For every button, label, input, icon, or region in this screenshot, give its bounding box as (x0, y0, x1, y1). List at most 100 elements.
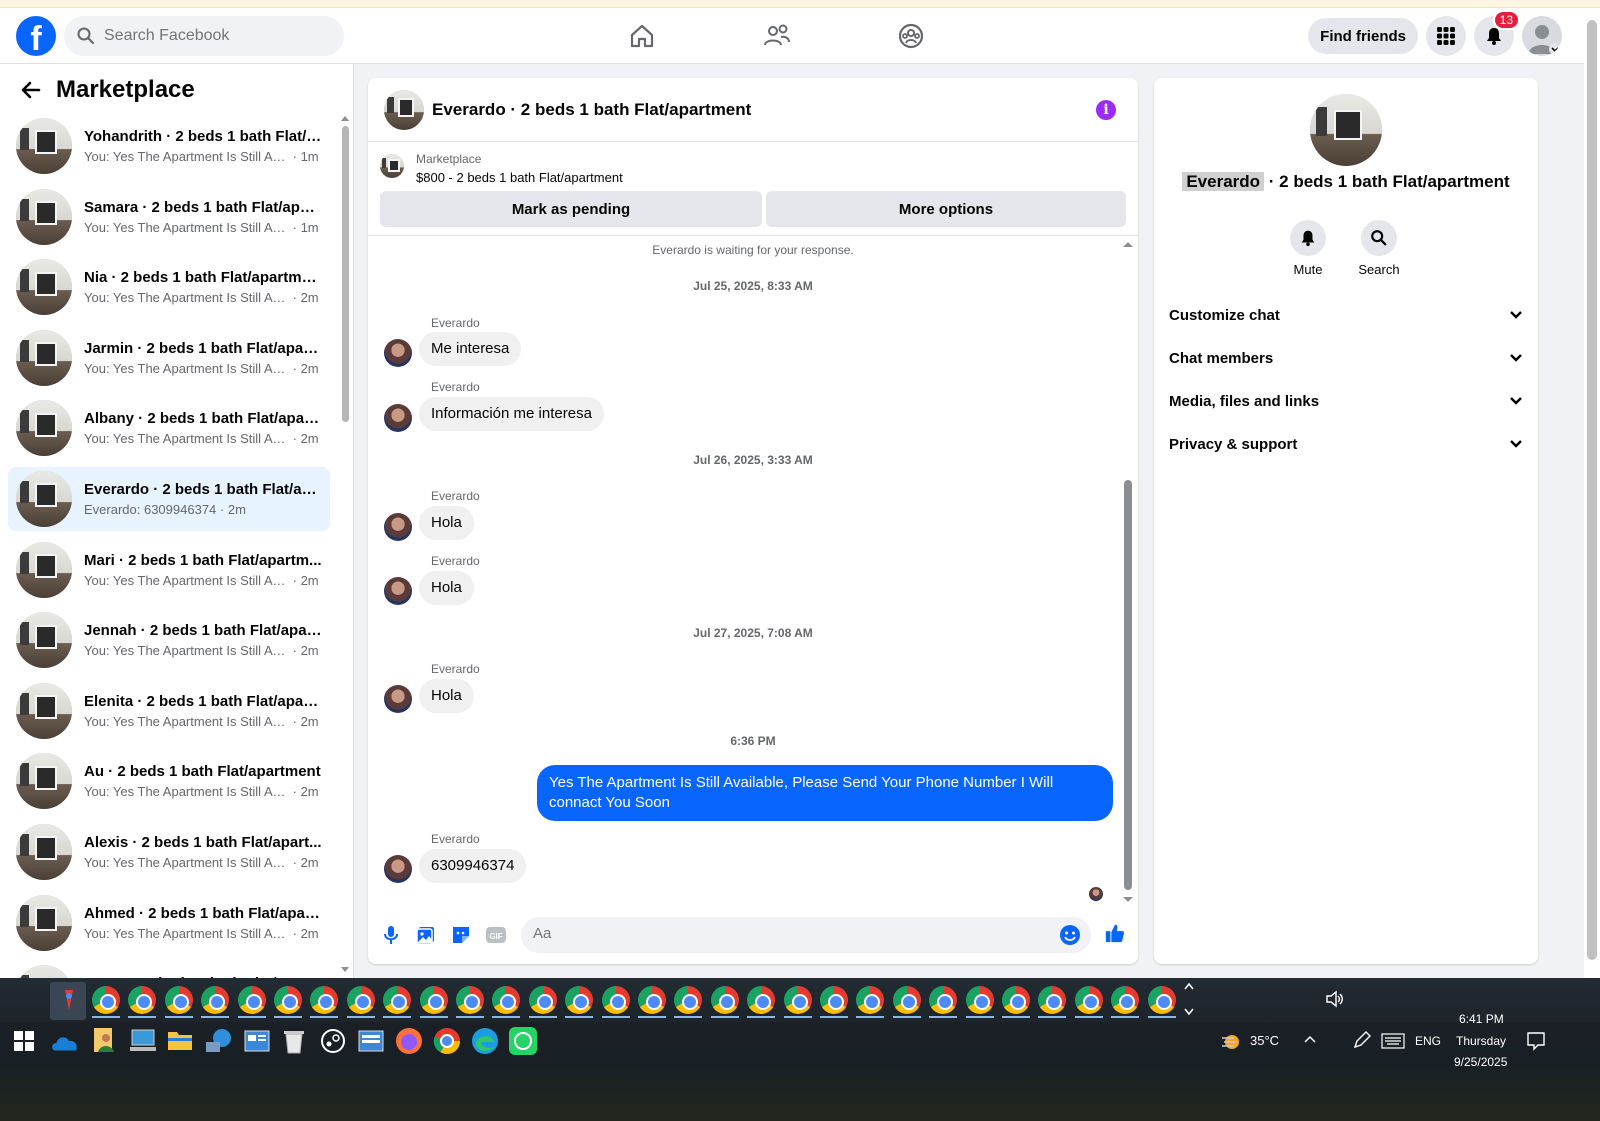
pen-icon[interactable] (1352, 1030, 1372, 1050)
app-tab-icon[interactable] (55, 986, 83, 1014)
home-icon[interactable] (626, 20, 658, 52)
windows-start-icon[interactable] (14, 1031, 34, 1051)
network-icon[interactable] (204, 1026, 234, 1056)
steam-icon[interactable] (320, 1028, 346, 1054)
this-pc-icon[interactable] (128, 1026, 158, 1056)
speaker-icon[interactable] (1325, 990, 1345, 1008)
conversation-item[interactable]: Mari · 2 beds 1 bath Flat/apartm... You: … (8, 538, 330, 602)
conversation-item[interactable]: Au · 2 beds 1 bath Flat/apartment You: Ye… (8, 749, 330, 813)
listing-thumbnail[interactable] (380, 154, 404, 178)
menu-button[interactable] (1426, 16, 1466, 56)
chrome-tab-icon[interactable] (346, 986, 375, 1014)
conversation-item[interactable]: Jarmin · 2 beds 1 bath Flat/apart... You:… (8, 326, 330, 390)
customize-chat-section[interactable]: Customize chat (1169, 297, 1523, 333)
message-bubble[interactable]: Hola (419, 506, 474, 540)
chat-title[interactable]: Everardo · 2 beds 1 bath Flat/apartment (432, 100, 751, 120)
sticker-icon[interactable] (450, 924, 472, 946)
chat-scrollbar[interactable] (1120, 240, 1134, 904)
my-message-bubble[interactable]: Yes The Apartment Is Still Available, Pl… (537, 765, 1113, 821)
chrome-tab-icon[interactable] (565, 986, 594, 1014)
chevron-up-icon[interactable] (1303, 1034, 1317, 1044)
conversation-item[interactable]: AnyAn · 2 beds 1 bath Flat/apart... (8, 961, 330, 978)
page-scrollbar[interactable] (1584, 8, 1600, 978)
conversation-item[interactable]: Everardo · 2 beds 1 bath Flat/ap... Evera… (8, 467, 330, 531)
chrome-icon[interactable] (432, 1026, 462, 1056)
media-files-links-section[interactable]: Media, files and links (1169, 383, 1523, 419)
account-avatar[interactable] (1522, 16, 1562, 56)
message-input[interactable] (533, 925, 1033, 942)
conversation-item[interactable]: Nia · 2 beds 1 bath Flat/apartment You: Y… (8, 255, 330, 319)
edge-icon[interactable] (470, 1026, 500, 1056)
whatsapp-icon[interactable] (508, 1026, 538, 1056)
conversation-item[interactable]: Elenita · 2 beds 1 bath Flat/apart... You… (8, 679, 330, 743)
friends-icon[interactable] (761, 20, 793, 52)
facebook-logo[interactable]: f (16, 16, 56, 56)
emoji-icon[interactable] (1059, 924, 1081, 946)
firefox-icon[interactable] (394, 1026, 424, 1056)
chrome-tab-icon[interactable] (419, 986, 448, 1014)
temperature[interactable]: 35°C (1250, 1033, 1279, 1048)
language-indicator[interactable]: ENG (1415, 1034, 1441, 1048)
chrome-tab-icon[interactable] (1002, 986, 1030, 1014)
sender-avatar[interactable] (384, 339, 412, 367)
chrome-tab-icon[interactable] (965, 986, 994, 1014)
chrome-tab-icon[interactable] (1111, 986, 1140, 1014)
control-panel-icon[interactable] (242, 1026, 272, 1056)
chrome-tab-icon[interactable] (1147, 986, 1176, 1014)
chrome-tab-icon[interactable] (528, 986, 557, 1014)
scroll-up-arrow-icon[interactable] (340, 114, 350, 122)
more-options-button[interactable]: More options (766, 191, 1126, 227)
chrome-tab-icon[interactable] (383, 986, 412, 1014)
like-thumbs-up-icon[interactable] (1104, 922, 1126, 944)
notifications-center-icon[interactable] (1526, 1031, 1546, 1051)
privacy-support-section[interactable]: Privacy & support (1169, 426, 1523, 462)
search-box[interactable] (64, 16, 344, 56)
chrome-tab-icon[interactable] (601, 986, 630, 1014)
sender-avatar[interactable] (384, 577, 412, 605)
chat-members-section[interactable]: Chat members (1169, 340, 1523, 376)
conversation-item[interactable]: Ahmed · 2 beds 1 bath Flat/apar... You: Y… (8, 891, 330, 955)
search-action[interactable]: Search (1344, 220, 1414, 277)
scroll-up-arrow-icon[interactable] (1122, 240, 1134, 248)
notifications-button[interactable]: 13 (1474, 10, 1520, 56)
chrome-tab-icon[interactable] (747, 986, 776, 1014)
weather-icon[interactable] (1220, 1030, 1244, 1052)
file-explorer-icon[interactable] (166, 1026, 194, 1054)
message-input-wrapper[interactable] (521, 917, 1091, 953)
listing-price[interactable]: $800 - 2 beds 1 bath Flat/apartment (416, 170, 623, 185)
chrome-tab-icon[interactable] (710, 986, 739, 1014)
chrome-tab-icon[interactable] (820, 986, 848, 1014)
chrome-tab-icon[interactable] (164, 986, 193, 1014)
conversation-item[interactable]: Albany · 2 beds 1 bath Flat/apart... You:… (8, 396, 330, 460)
conversation-item[interactable]: Jennah · 2 beds 1 bath Flat/apar... You: … (8, 608, 330, 672)
tab-scroll-icon[interactable] (1183, 980, 1195, 1018)
mute-action[interactable]: Mute (1273, 220, 1343, 277)
system-icon[interactable] (356, 1026, 386, 1056)
search-input[interactable] (104, 27, 324, 45)
sender-avatar[interactable] (384, 513, 412, 541)
groups-icon[interactable] (895, 20, 927, 52)
chrome-tab-icon[interactable] (638, 986, 666, 1014)
conversation-item[interactable]: Alexis · 2 beds 1 bath Flat/apart... You:… (8, 820, 330, 884)
mark-as-pending-button[interactable]: Mark as pending (380, 191, 762, 227)
sidebar-scrollbar[interactable] (340, 114, 350, 974)
conversation-item[interactable]: Samara · 2 beds 1 bath Flat/apar... You: … (8, 185, 330, 249)
chat-listing-thumbnail[interactable] (384, 89, 424, 130)
message-bubble[interactable]: Hola (419, 679, 474, 713)
user-folder-icon[interactable] (92, 1026, 120, 1056)
clock-day[interactable]: Thursday (1456, 1034, 1506, 1048)
message-bubble[interactable]: Información me interesa (419, 397, 604, 431)
chrome-tab-icon[interactable] (237, 986, 266, 1014)
onedrive-icon[interactable] (50, 1028, 80, 1058)
clock-time[interactable]: 6:41 PM (1459, 1012, 1504, 1026)
find-friends-button[interactable]: Find friends (1308, 18, 1418, 54)
chrome-tab-icon[interactable] (929, 986, 958, 1014)
conversation-item[interactable]: Yohandrith · 2 beds 1 bath Flat/a... You:… (8, 114, 330, 178)
keyboard-icon[interactable] (1381, 1033, 1405, 1049)
sender-avatar[interactable] (384, 685, 412, 713)
chrome-tab-icon[interactable] (892, 986, 921, 1014)
sender-avatar[interactable] (384, 404, 412, 432)
scroll-down-arrow-icon[interactable] (1122, 896, 1134, 904)
chrome-tab-icon[interactable] (274, 986, 302, 1014)
chrome-tab-icon[interactable] (92, 986, 120, 1014)
